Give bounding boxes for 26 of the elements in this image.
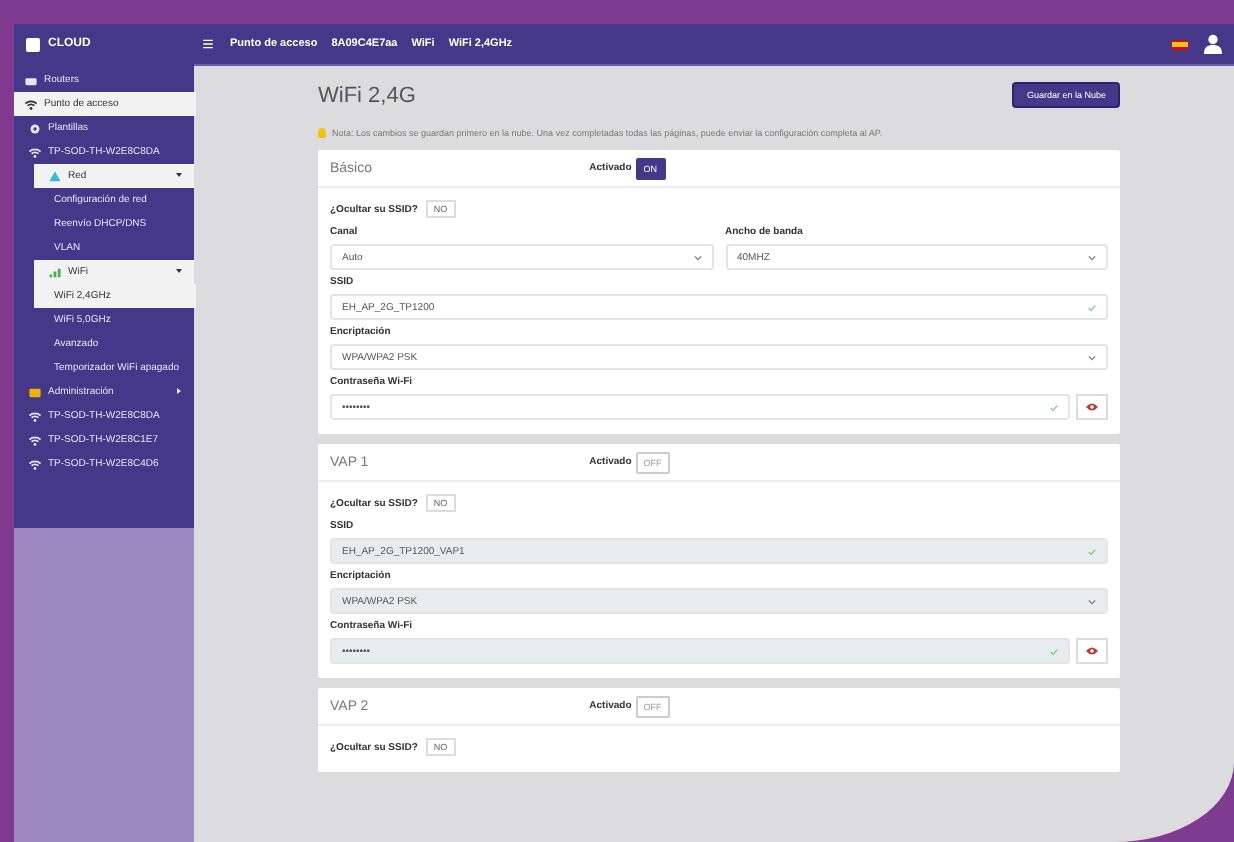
show-password-button[interactable] — [1076, 638, 1108, 664]
chevron-icon — [693, 253, 701, 261]
chevron-icon — [1088, 253, 1096, 261]
show-password-button[interactable] — [1076, 394, 1108, 420]
eye-icon — [1086, 646, 1098, 656]
caret-icon — [174, 385, 184, 399]
signal-bars-icon — [48, 265, 62, 279]
wifi-icon — [24, 97, 38, 111]
wifi-icon — [28, 409, 42, 423]
check-icon — [1050, 647, 1058, 655]
chevron-icon — [1088, 597, 1096, 605]
page-title: WiFi 2,4G — [318, 83, 416, 107]
check-icon — [1088, 547, 1096, 555]
triangle-icon — [48, 169, 62, 183]
flag-icon[interactable] — [1172, 39, 1188, 49]
check-icon — [1050, 403, 1058, 411]
user-icon[interactable] — [1204, 34, 1222, 54]
chevron-icon — [1088, 353, 1096, 361]
wifi-icon — [28, 145, 42, 159]
lightbulb-icon — [318, 128, 326, 138]
eye-icon — [1086, 402, 1098, 412]
logo-icon — [26, 37, 40, 51]
wifi-icon — [28, 457, 42, 471]
check-icon — [1088, 303, 1096, 311]
menu-icon[interactable] — [202, 38, 214, 50]
wifi-icon — [28, 433, 42, 447]
